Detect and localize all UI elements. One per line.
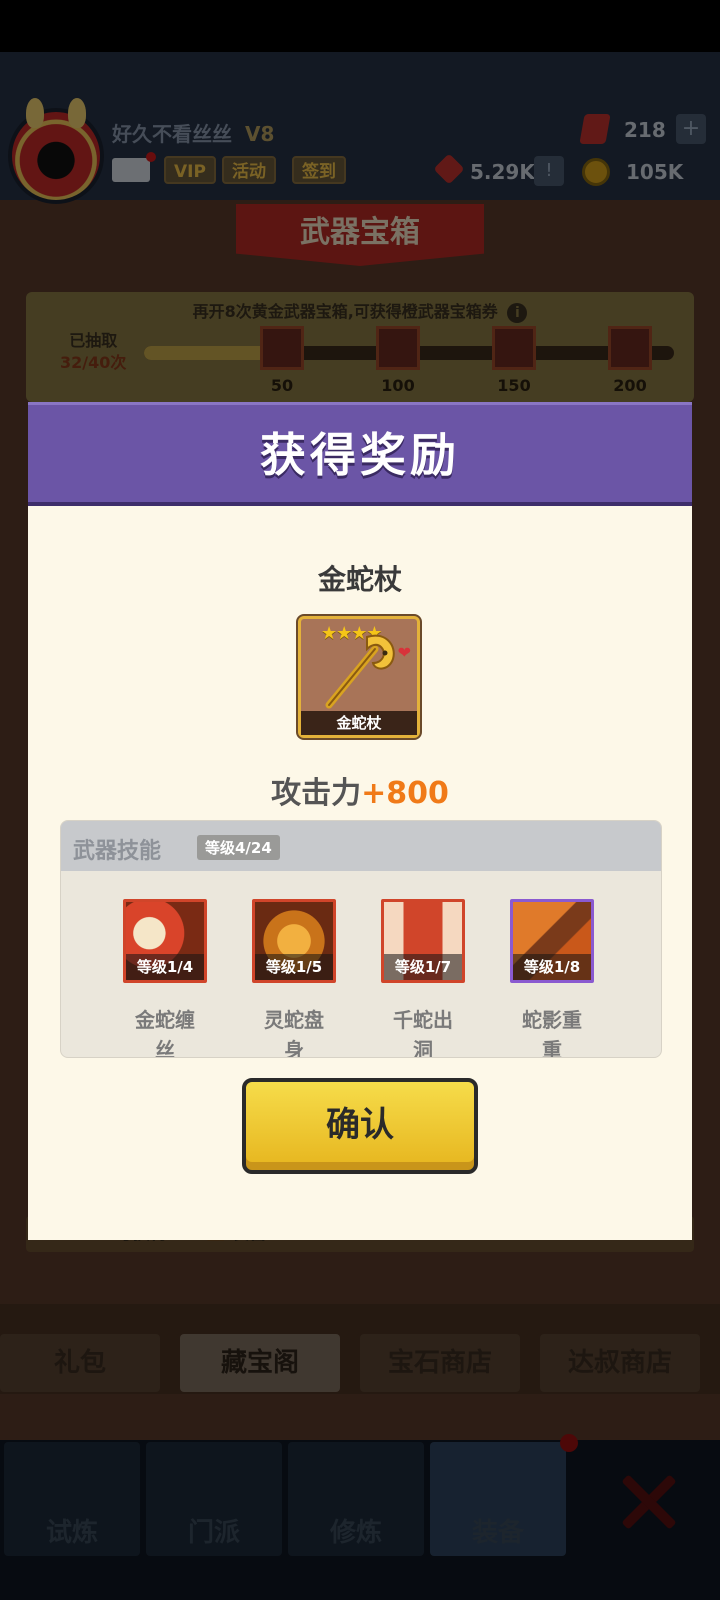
skill-item[interactable]: 等级1/7 千蛇出洞 [381,899,465,1058]
skill-name: 蛇影重重 [522,1008,582,1058]
attack-label: 攻击力 [271,776,362,811]
skill-name: 金蛇缠丝 [135,1008,195,1058]
skill-name: 灵蛇盘身 [264,1008,324,1058]
reward-modal: 获得奖励 金蛇杖 ★★★★ ❤ 金蛇杖 攻击力+800 武器技能 等级4/24 … [28,402,692,1240]
skill-level: 等级1/7 [384,954,462,980]
golden-snake-staff-icon [325,634,395,709]
skill-item[interactable]: 等级1/5 灵蛇盘身 [252,899,336,1058]
attack-stat: 攻击力+800 [28,768,692,812]
skill-icon-thousand-snakes: 等级1/7 [381,899,465,983]
item-card[interactable]: ★★★★ ❤ 金蛇杖 [298,616,420,738]
skills-header: 武器技能 等级4/24 [61,821,661,871]
confirm-button[interactable]: 确认 [242,1078,478,1174]
skills-level-badge: 等级4/24 [197,835,280,860]
skill-icon-spirit-snake-coil: 等级1/5 [252,899,336,983]
modal-header: 获得奖励 [28,402,692,506]
skill-icon-snake-shadows: 等级1/8 [510,899,594,983]
modal-title: 获得奖励 [260,428,460,482]
skill-level: 等级1/4 [126,954,204,980]
item-name: 金蛇杖 [317,563,402,596]
item-card-label: 金蛇杖 [301,711,417,735]
skill-level: 等级1/8 [513,954,591,980]
skill-level: 等级1/5 [255,954,333,980]
skill-item[interactable]: 等级1/4 金蛇缠丝 [123,899,207,1058]
weapon-skills-panel: 武器技能 等级4/24 等级1/4 金蛇缠丝 等级1/5 灵蛇盘身 等级1/7 … [60,820,662,1058]
skill-name: 千蛇出洞 [393,1008,453,1058]
skill-icon-golden-snake-coil: 等级1/4 [123,899,207,983]
skills-title: 武器技能 [73,839,162,864]
skill-item[interactable]: 等级1/8 蛇影重重 [510,899,594,1058]
game-screen: 好久不看丝丝 V8 VIP 活动 签到 218 + 5.29K ! 105K 武… [0,0,720,1600]
attack-value: +800 [361,776,449,811]
